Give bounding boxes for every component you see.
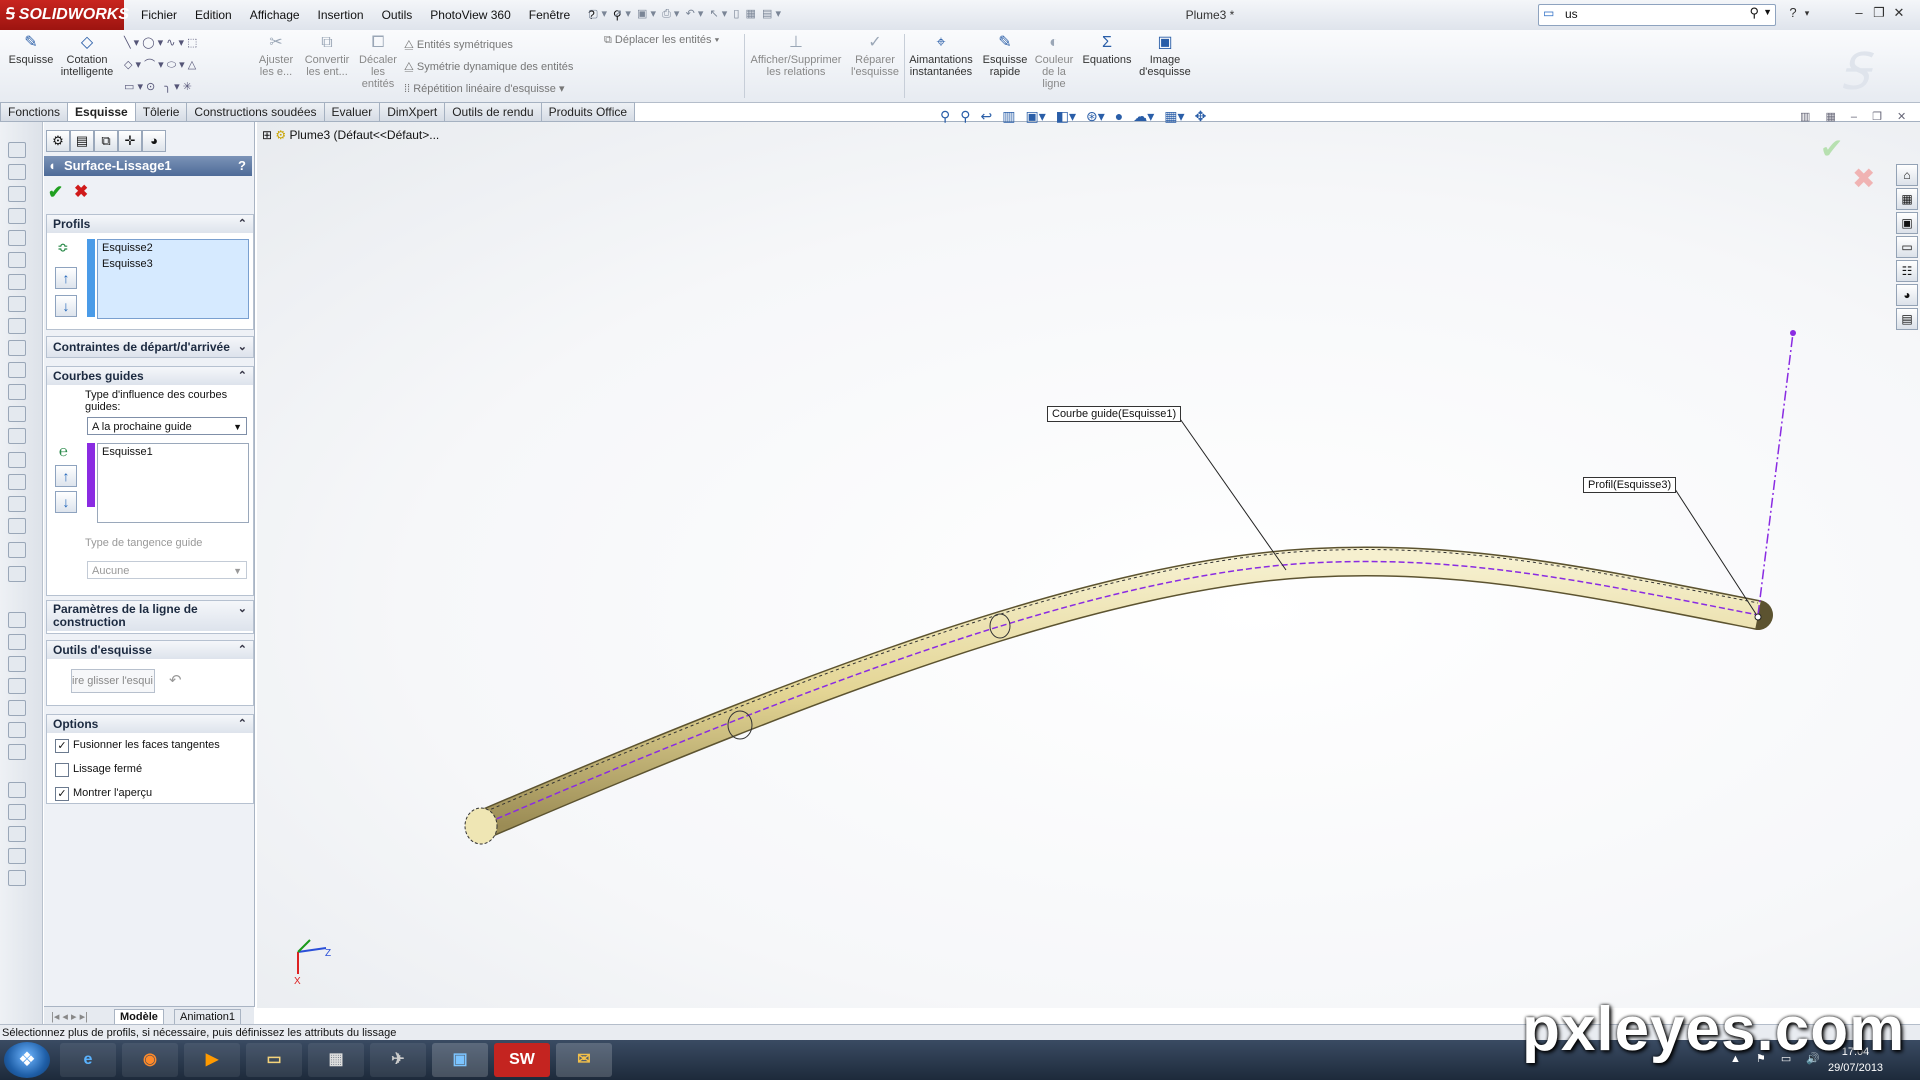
explorer-icon[interactable]: ▭ [246, 1043, 302, 1077]
profile-start [464, 807, 498, 845]
outlook-icon[interactable]: ✉ [556, 1043, 612, 1077]
file-explorer-icon[interactable]: ▣ [1896, 212, 1918, 234]
svg-text:Z: Z [325, 948, 331, 959]
appearances-icon[interactable]: ◕ [1896, 284, 1918, 306]
windows-start-icon[interactable]: ❖ [4, 1042, 50, 1078]
game-icon[interactable]: ✈ [370, 1043, 426, 1077]
model-viewport-svg: Z X [294, 330, 1796, 987]
folder-icon[interactable]: ▭ [1896, 236, 1918, 258]
media-player-icon[interactable]: ▶ [184, 1043, 240, 1077]
view-palette-icon[interactable]: ☷ [1896, 260, 1918, 282]
triad-axes: Z X [294, 939, 331, 987]
calculator-icon[interactable]: ▦ [308, 1043, 364, 1077]
design-library-icon[interactable]: ▦ [1896, 188, 1918, 210]
pxleyes-watermark: pxleyes.com [1522, 995, 1906, 1064]
profile-sketch-line [1757, 332, 1794, 616]
internet-explorer-icon[interactable]: e [60, 1043, 116, 1077]
solidworks-taskbar-icon[interactable]: SW [494, 1043, 550, 1077]
solidworks-resources-icon[interactable]: ⌂ [1896, 164, 1918, 186]
callout-leader-guide [1177, 415, 1287, 571]
loft-surface-body [474, 548, 1761, 839]
app-window-icon[interactable]: ▣ [432, 1043, 488, 1077]
svg-text:X: X [294, 976, 301, 987]
profile-endpoint [1790, 330, 1796, 336]
task-pane-tabs: ⌂ ▦ ▣ ▭ ☷ ◕ ▤ [1896, 164, 1918, 334]
guide-endpoint [1754, 613, 1762, 621]
callout-guide-curve[interactable]: Courbe guide(Esquisse1) [1047, 406, 1182, 422]
firefox-icon[interactable]: ◉ [122, 1043, 178, 1077]
custom-properties-icon[interactable]: ▤ [1896, 308, 1918, 330]
callout-profil[interactable]: Profil(Esquisse3) [1583, 477, 1677, 493]
